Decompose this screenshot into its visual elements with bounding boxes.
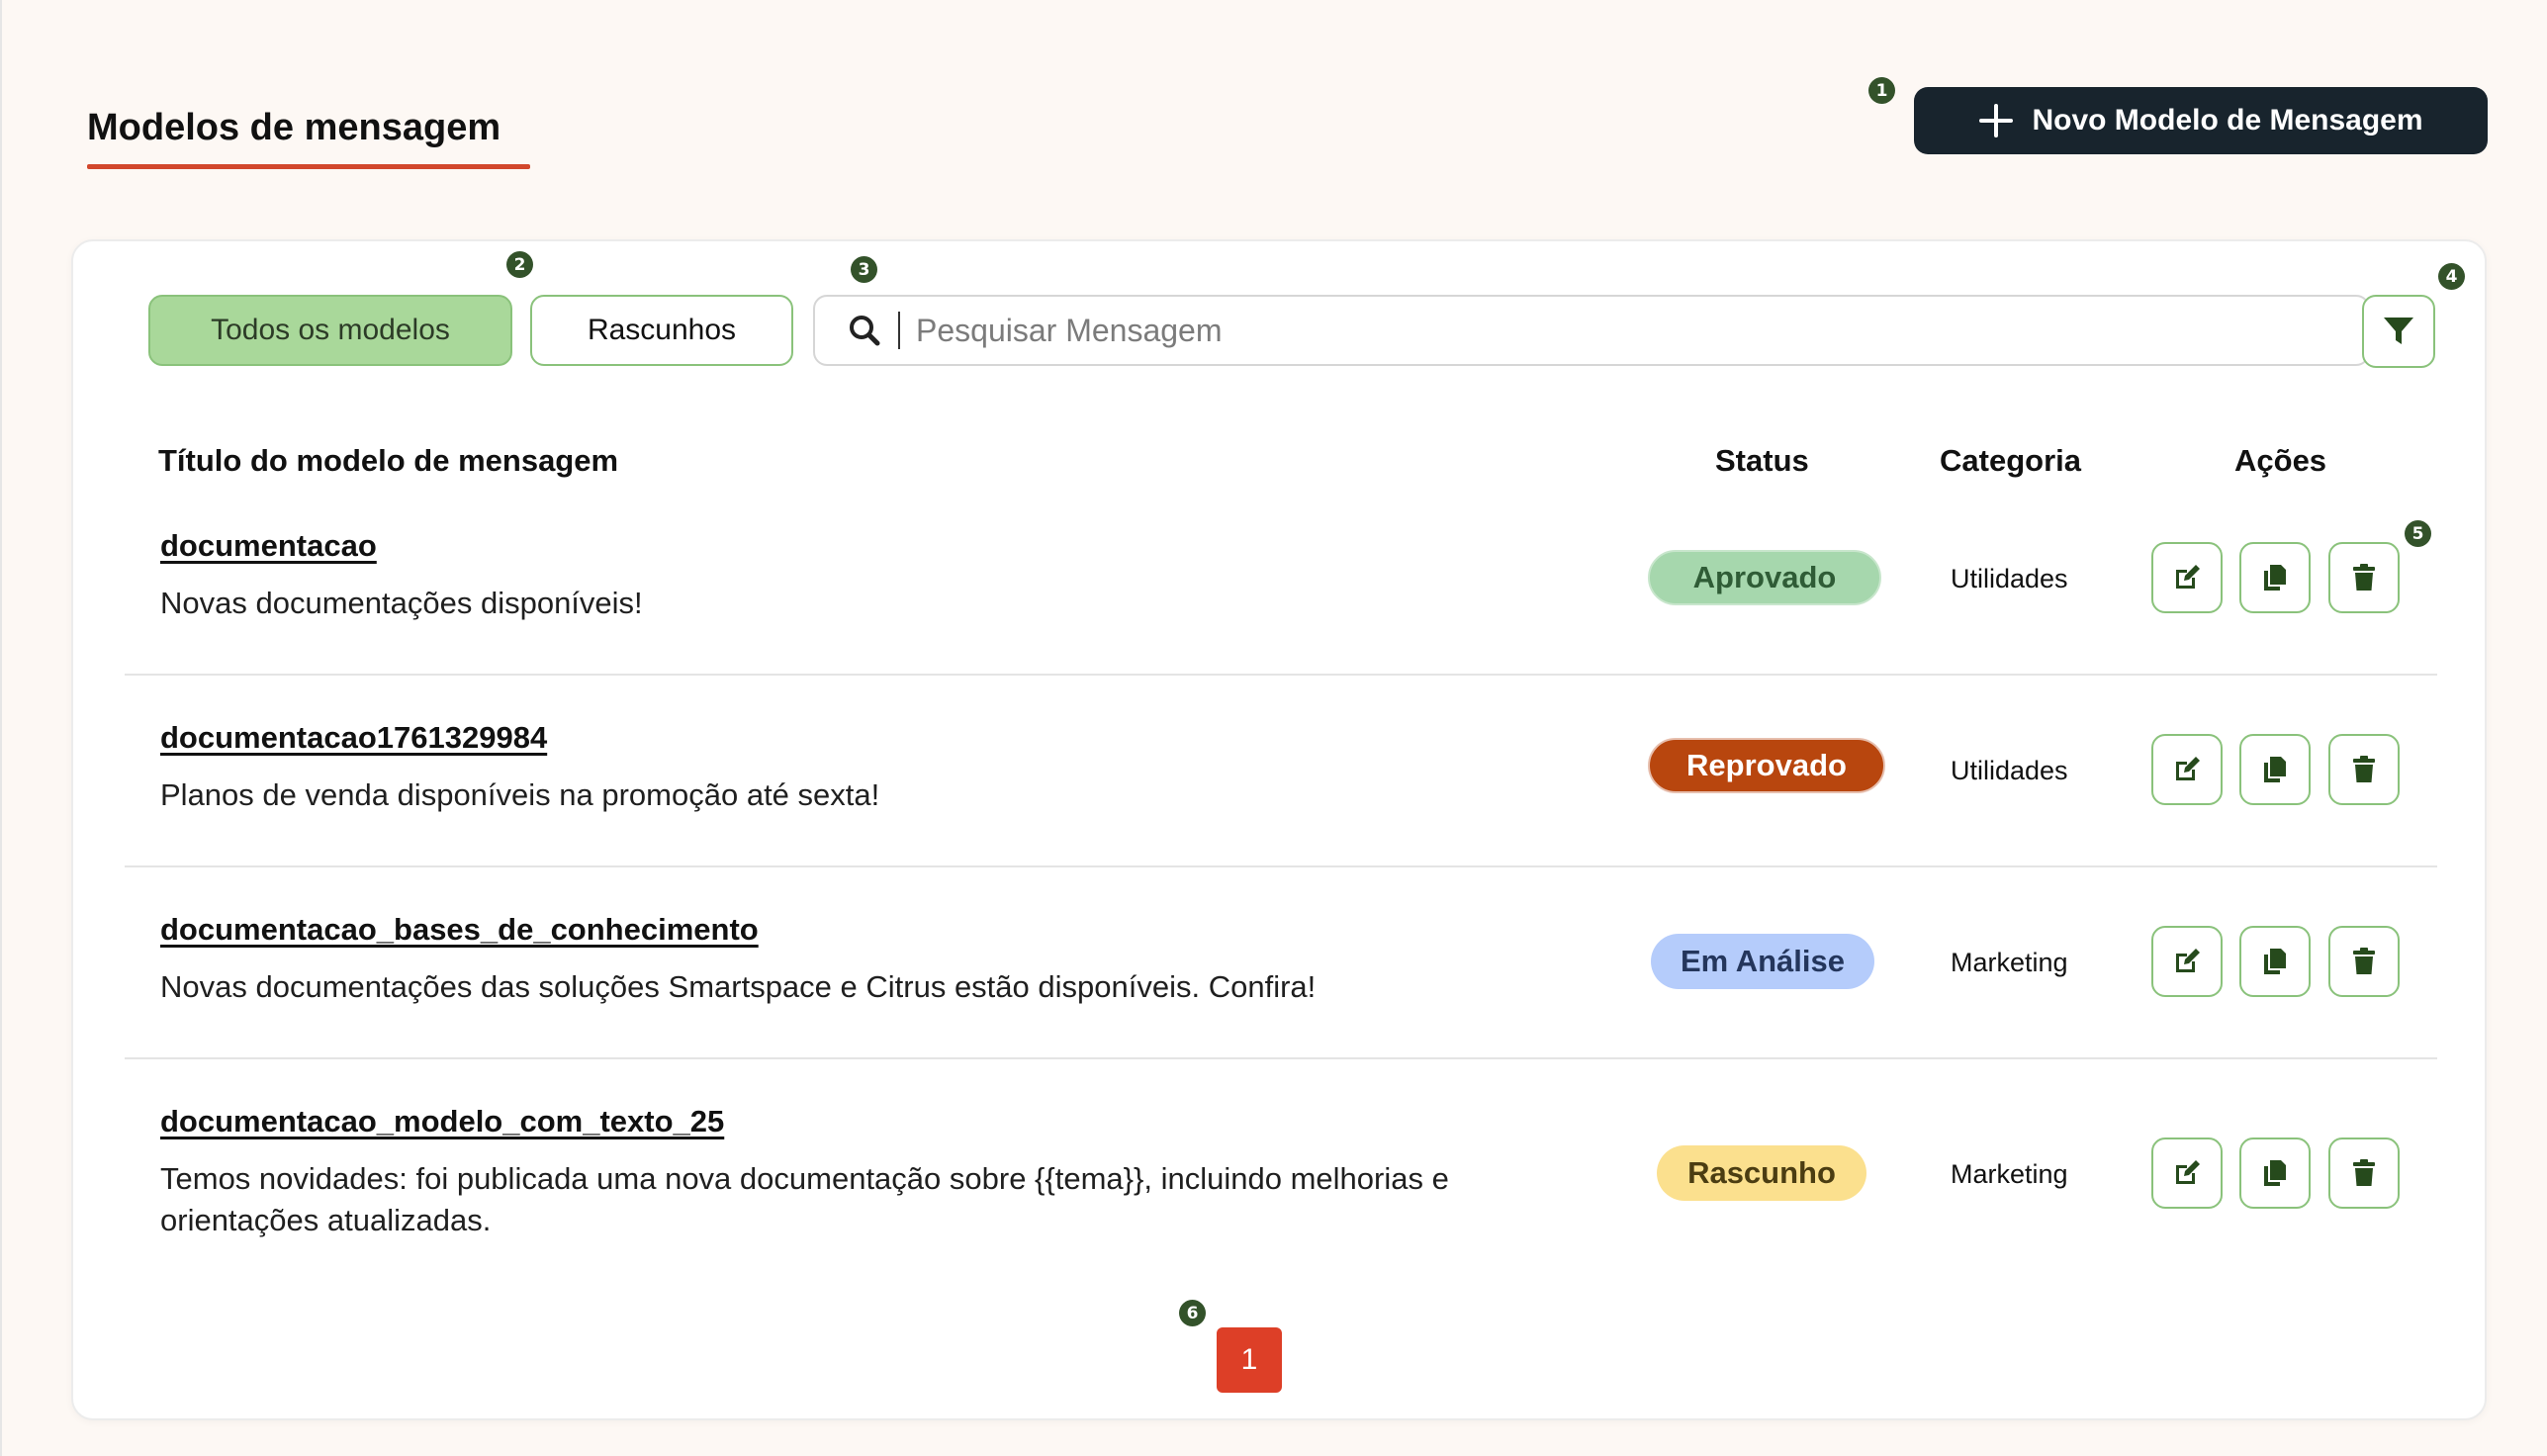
pagination-page-button[interactable]: 1 (1217, 1327, 1282, 1393)
column-header-status: Status (1715, 443, 1809, 478)
delete-button[interactable] (2328, 542, 2400, 613)
search-input[interactable] (916, 312, 2301, 349)
copy-icon (2264, 949, 2286, 974)
copy-button[interactable] (2239, 1138, 2311, 1209)
status-badge: Rascunho (1657, 1145, 1866, 1201)
template-category: Marketing (1951, 1159, 2068, 1189)
step-marker-4: 4 (2438, 263, 2465, 290)
edit-button[interactable] (2151, 734, 2223, 805)
column-header-title: Título do modelo de mensagem (158, 443, 619, 478)
step-marker-6: 6 (1179, 1300, 1206, 1326)
search-box (813, 295, 2370, 366)
delete-button[interactable] (2328, 926, 2400, 997)
table-row: documentacao_modelo_com_texto_25 Temos n… (125, 1104, 2437, 1272)
tab-all-templates[interactable]: Todos os modelos (148, 295, 512, 366)
row-divider (125, 865, 2437, 867)
step-marker-1: 1 (1868, 77, 1895, 104)
step-marker-3: 3 (851, 256, 877, 283)
template-name-link[interactable]: documentacao1761329984 (160, 720, 547, 756)
edit-icon (2176, 949, 2200, 972)
template-category: Utilidades (1951, 564, 2068, 593)
copy-icon (2264, 565, 2286, 591)
page-title-underline (87, 164, 530, 169)
template-description: Planos de venda disponíveis na promoção … (160, 777, 880, 812)
edit-icon (2176, 757, 2200, 780)
table-row: documentacao1761329984 Planos de venda d… (125, 720, 2437, 849)
page-title: Modelos de mensagem (87, 107, 501, 148)
filter-button[interactable] (2362, 295, 2435, 368)
row-divider (125, 1057, 2437, 1059)
template-category: Marketing (1951, 948, 2068, 977)
table-row: documentacao Novas documentações disponí… (125, 528, 2437, 657)
templates-card: 2 3 4 Todos os modelos Rascunhos Título … (71, 239, 2487, 1420)
template-name-link[interactable]: documentacao_modelo_com_texto_25 (160, 1104, 724, 1139)
step-marker-2: 2 (506, 251, 533, 278)
template-category: Utilidades (1951, 756, 2068, 785)
copy-button[interactable] (2239, 542, 2311, 613)
column-header-category: Categoria (1940, 443, 2081, 478)
status-badge: Reprovado (1648, 738, 1885, 793)
copy-button[interactable] (2239, 926, 2311, 997)
text-caret (898, 312, 900, 349)
status-badge: Aprovado (1648, 550, 1881, 605)
row-divider (125, 674, 2437, 676)
template-description: Novas documentações disponíveis! (160, 586, 643, 620)
tab-drafts[interactable]: Rascunhos (530, 295, 793, 366)
plus-icon (1979, 104, 2014, 137)
trash-icon (2353, 756, 2375, 782)
edit-button[interactable] (2151, 542, 2223, 613)
template-name-link[interactable]: documentacao (160, 528, 377, 564)
new-message-template-button[interactable]: Novo Modelo de Mensagem (1914, 87, 2488, 154)
template-description: Temos novidades: foi publicada uma nova … (160, 1161, 1449, 1237)
copy-button[interactable] (2239, 734, 2311, 805)
template-description: Novas documentações das soluções Smartsp… (160, 969, 1317, 1004)
trash-icon (2353, 564, 2375, 591)
filter-icon (2384, 318, 2413, 344)
status-badge: Em Análise (1651, 934, 1874, 989)
tab-all-templates-label: Todos os modelos (211, 314, 450, 346)
tab-drafts-label: Rascunhos (587, 314, 737, 346)
edit-icon (2176, 1160, 2200, 1184)
trash-icon (2353, 1159, 2375, 1186)
delete-button[interactable] (2328, 1138, 2400, 1209)
column-header-actions: Ações (2234, 443, 2327, 478)
new-message-template-label: Novo Modelo de Mensagem (2032, 104, 2423, 136)
trash-icon (2353, 948, 2375, 974)
edit-button[interactable] (2151, 1138, 2223, 1209)
copy-icon (2264, 1160, 2286, 1186)
table-row: documentacao_bases_de_conhecimento Novas… (125, 912, 2437, 1041)
copy-icon (2264, 757, 2286, 782)
edit-button[interactable] (2151, 926, 2223, 997)
delete-button[interactable] (2328, 734, 2400, 805)
edit-icon (2176, 565, 2200, 589)
search-icon (850, 316, 880, 346)
template-name-link[interactable]: documentacao_bases_de_conhecimento (160, 912, 759, 948)
